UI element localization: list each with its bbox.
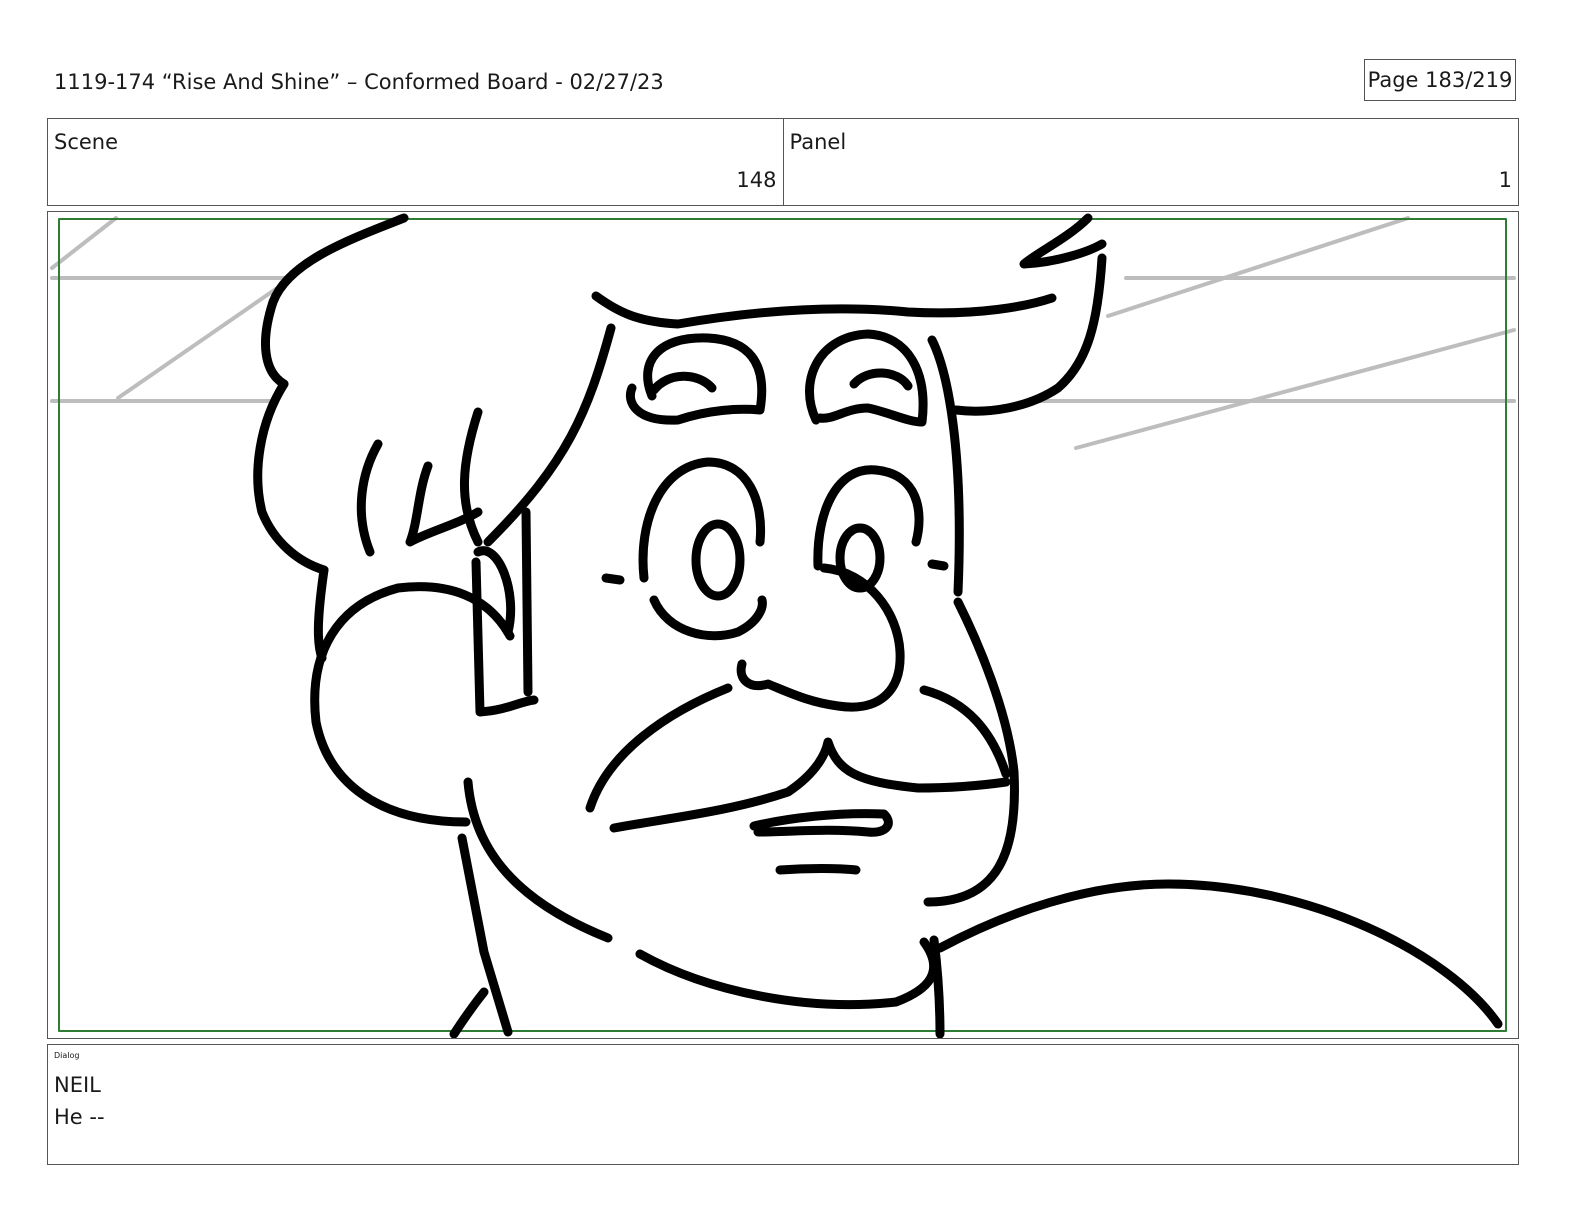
scene-cell: Scene 148 (48, 119, 783, 205)
scene-panel-info: Scene 148 Panel 1 (47, 118, 1519, 206)
dialog-line: He -- (54, 1105, 105, 1129)
panel-value: 1 (1498, 168, 1512, 192)
document-title: 1119-174 “Rise And Shine” – Conformed Bo… (54, 70, 664, 94)
storyboard-panel (47, 211, 1519, 1039)
scene-label: Scene (54, 130, 119, 154)
neil-face-drawing (253, 213, 1503, 1038)
panel-cell: Panel 1 (782, 119, 1519, 205)
safe-area-frame (58, 218, 1507, 1032)
dialog-box: Dialog NEIL He -- (47, 1044, 1519, 1165)
page-number: Page 183/219 (1364, 59, 1516, 101)
panel-label: Panel (789, 130, 847, 154)
dialog-tag: Dialog (54, 1051, 80, 1060)
scene-value: 148 (736, 168, 777, 192)
storyboard-sketch-icon (50, 213, 1516, 1038)
dialog-character: NEIL (54, 1073, 101, 1097)
